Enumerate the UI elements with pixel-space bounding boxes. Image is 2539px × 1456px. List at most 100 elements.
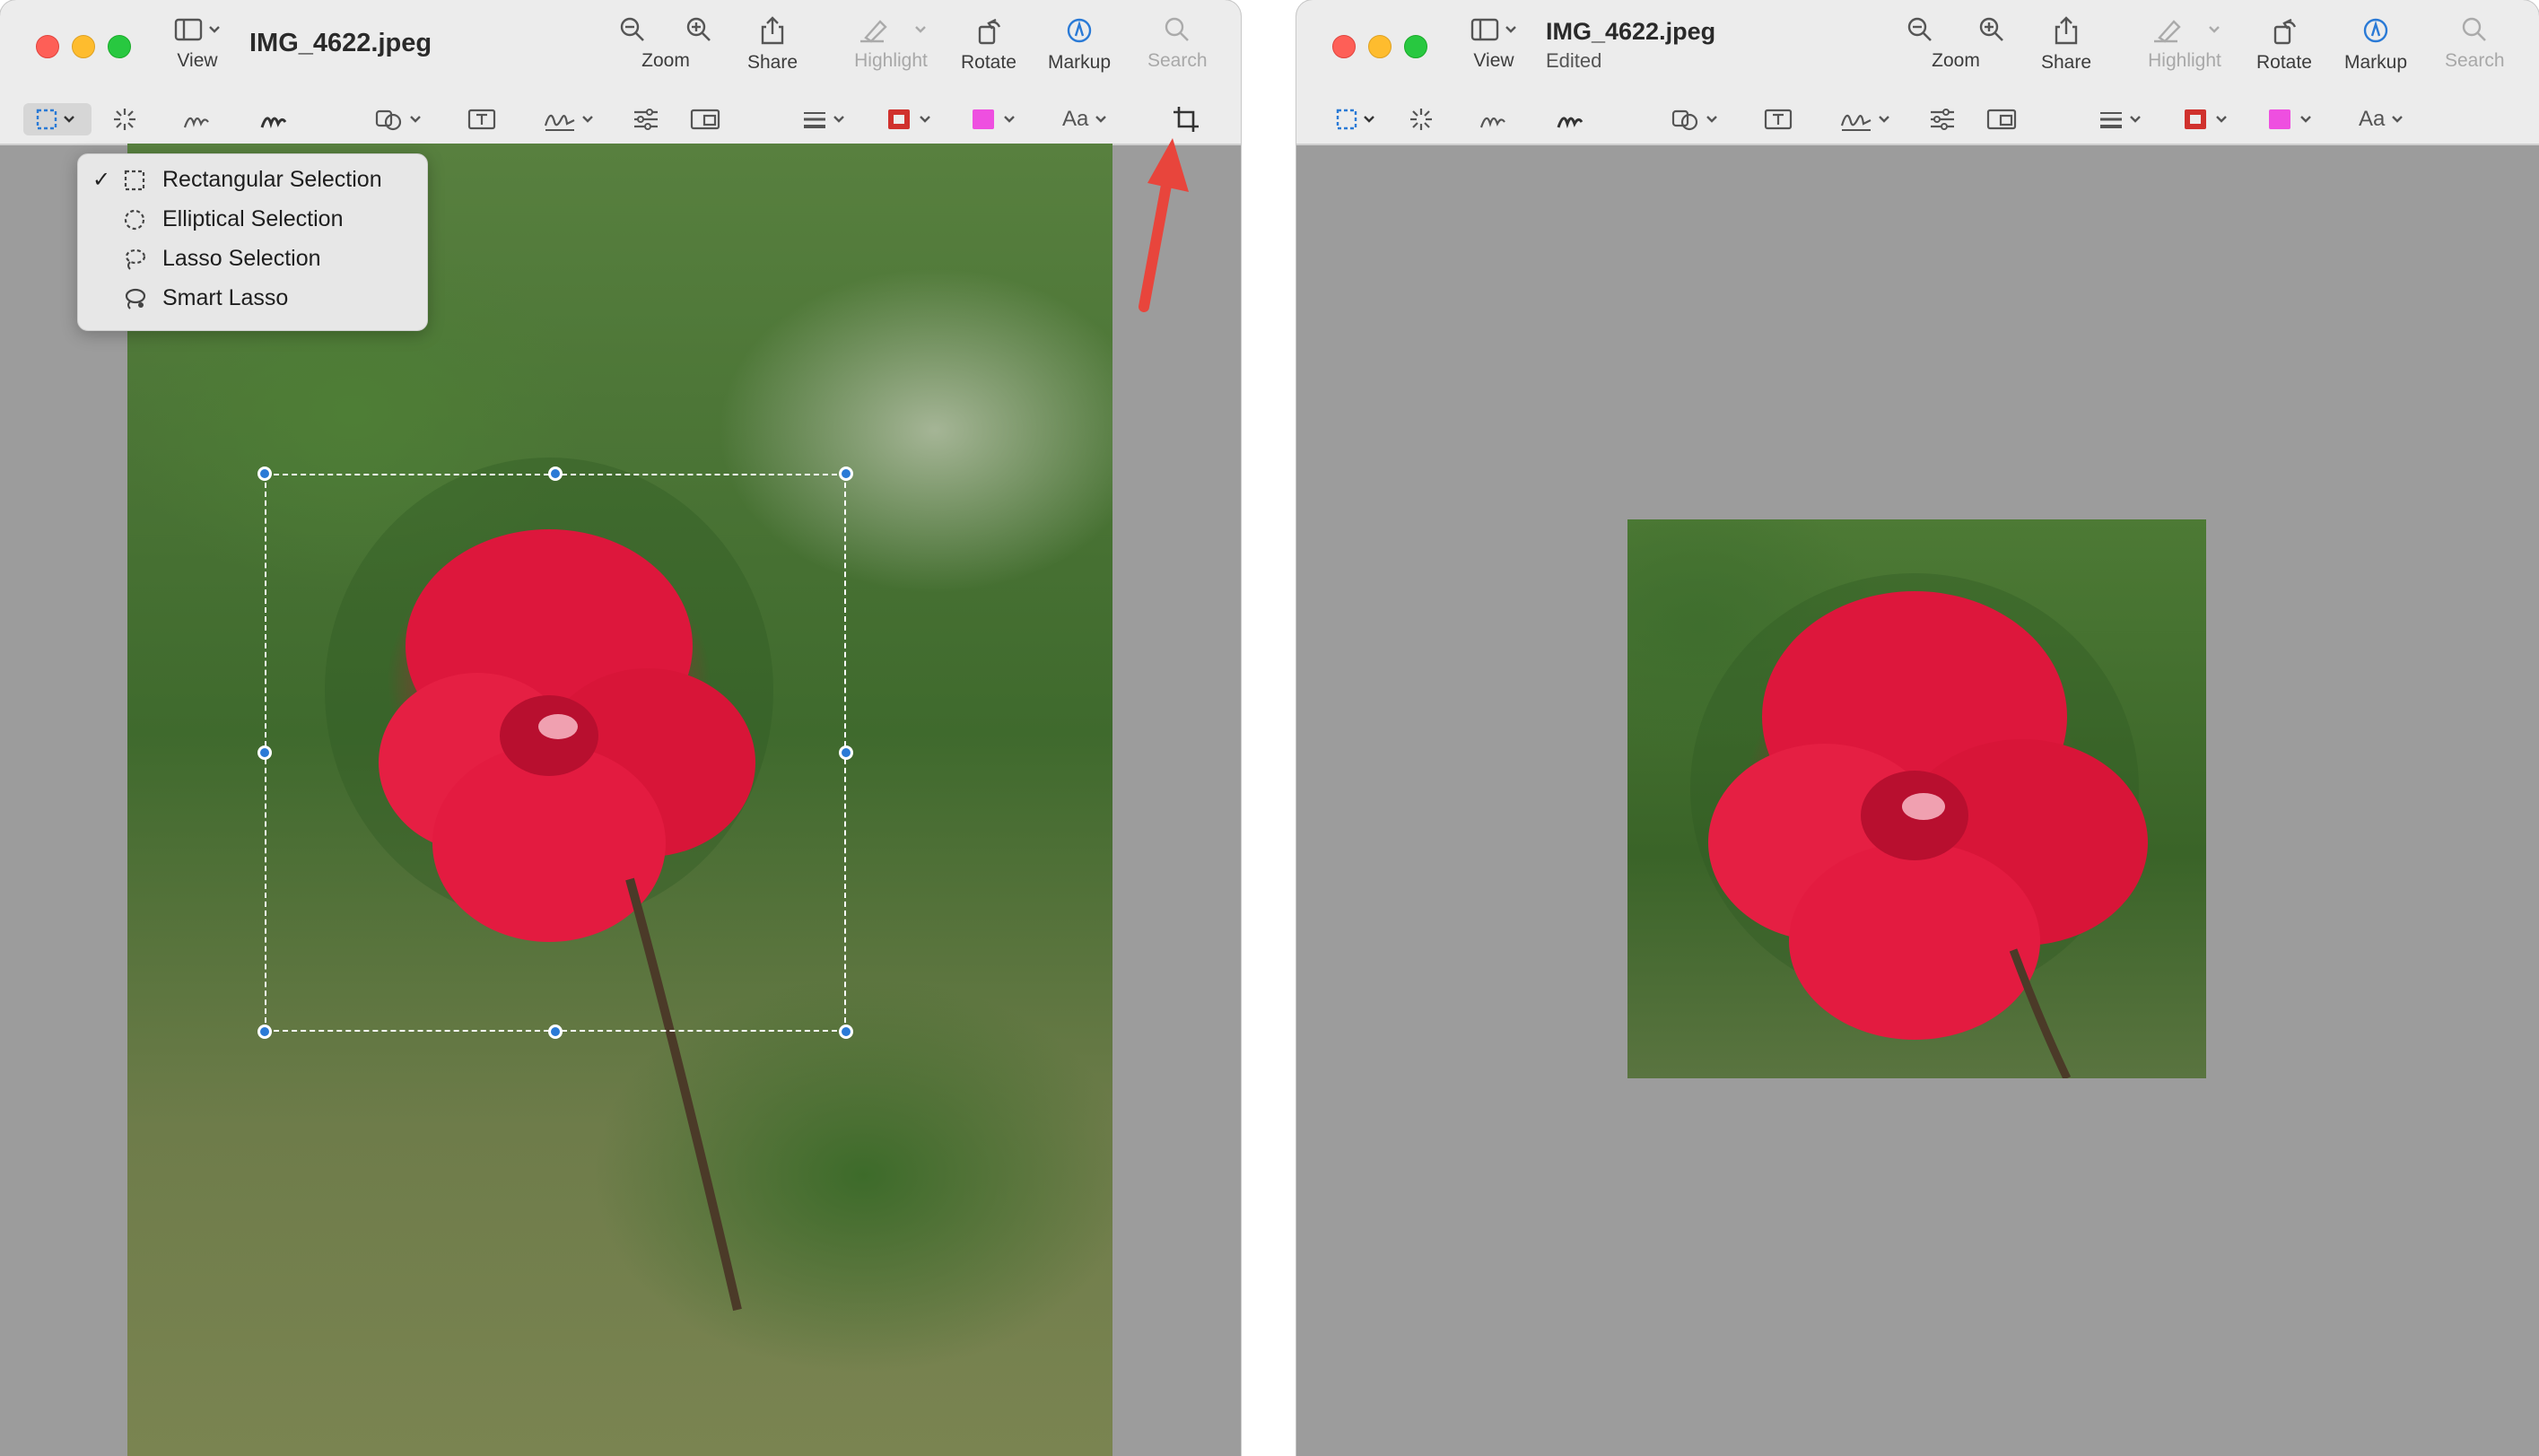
smart-lasso-icon (125, 288, 146, 310)
sketch-button[interactable] (181, 106, 212, 133)
rotate-icon (2273, 18, 2297, 45)
fullscreen-button[interactable] (1404, 35, 1427, 58)
markup-toolbar: Aa (1296, 95, 2539, 145)
selection-tool-button[interactable] (1334, 106, 1381, 133)
markup-button[interactable]: Markup (1048, 16, 1111, 74)
selection-tool-button[interactable] (23, 103, 92, 135)
fullscreen-button[interactable] (108, 35, 131, 58)
shapes-icon (375, 109, 421, 131)
adjust-color-icon (1931, 109, 1954, 130)
view-button[interactable]: View (172, 16, 222, 72)
zoom-control[interactable]: Zoom (619, 16, 712, 72)
zoom-in-icon[interactable] (1978, 16, 2005, 43)
close-button[interactable] (1332, 35, 1356, 58)
view-button[interactable]: View (1469, 16, 1519, 72)
instant-alpha-button[interactable] (111, 106, 138, 133)
share-icon (761, 16, 784, 45)
sketch-button[interactable] (1478, 106, 1508, 133)
draw-button[interactable] (258, 106, 289, 133)
adjust-color-button[interactable] (1928, 106, 1957, 133)
fill-color-button[interactable] (2265, 106, 2321, 133)
signature-button[interactable] (542, 106, 599, 133)
border-color-button[interactable] (885, 106, 940, 133)
highlight-button[interactable]: Highlight (2142, 16, 2228, 72)
menu-item-rectangular-selection[interactable]: ✓ Rectangular Selection (78, 160, 427, 199)
share-button[interactable]: Share (2041, 16, 2091, 74)
draw-button[interactable] (1555, 106, 1585, 133)
crop-button[interactable] (1172, 106, 1200, 133)
selection-handle[interactable] (257, 466, 272, 481)
markup-button[interactable]: Markup (2344, 16, 2407, 74)
signature-button[interactable] (1838, 106, 1896, 133)
rect-selection-icon (1336, 109, 1374, 130)
title-bar: View IMG_4622.jpeg Zoom Share Highlight … (0, 0, 1241, 95)
instant-alpha-button[interactable] (1408, 106, 1435, 133)
rectangular-selection[interactable] (265, 474, 846, 1032)
signature-icon (1840, 114, 1889, 131)
document-title: IMG_4622.jpeg (249, 29, 432, 57)
zoom-control[interactable]: Zoom (1906, 16, 2005, 72)
text-style-button[interactable]: Aa (2359, 106, 2408, 133)
menu-item-elliptical-selection[interactable]: Elliptical Selection (78, 199, 427, 239)
highlighter-icon (2154, 20, 2220, 43)
adjust-color-icon (634, 109, 658, 130)
selection-handle[interactable] (548, 466, 563, 481)
menu-item-smart-lasso[interactable]: Smart Lasso (78, 278, 427, 318)
zoom-out-icon[interactable] (619, 16, 646, 43)
red-arrow-annotation (1139, 138, 1189, 312)
rotate-button[interactable]: Rotate (2256, 16, 2312, 74)
minimize-button[interactable] (1368, 35, 1392, 58)
highlight-button[interactable]: Highlight (848, 16, 934, 72)
shapes-button[interactable] (1670, 106, 1723, 133)
sidebar-icon (1470, 18, 1516, 41)
search-button[interactable]: Search (2445, 16, 2505, 72)
selection-handle[interactable] (839, 1024, 853, 1039)
share-button[interactable]: Share (747, 16, 798, 74)
border-color-icon (888, 109, 930, 129)
selection-handle[interactable] (257, 1024, 272, 1039)
sidebar-icon (174, 18, 220, 41)
minimize-button[interactable] (72, 35, 95, 58)
shape-style-button[interactable] (800, 106, 854, 133)
text-style-button[interactable]: Aa (1062, 106, 1112, 133)
adjust-size-button[interactable] (689, 106, 721, 133)
selection-handle[interactable] (839, 466, 853, 481)
adjust-size-icon (690, 109, 720, 130)
rotate-icon (978, 18, 1001, 45)
text-box-button[interactable] (1763, 106, 1793, 133)
close-button[interactable] (36, 35, 59, 58)
magic-wand-icon (1410, 109, 1432, 130)
share-icon (2055, 16, 2078, 45)
fill-color-button[interactable] (969, 106, 1025, 133)
selection-tool-menu: ✓ Rectangular Selection Elliptical Selec… (77, 153, 428, 331)
adjust-color-button[interactable] (632, 106, 660, 133)
cropped-hibiscus-photo[interactable] (1627, 519, 2206, 1078)
magic-wand-icon (114, 109, 135, 130)
selection-handle[interactable] (839, 745, 853, 760)
zoom-out-icon[interactable] (1906, 16, 1933, 43)
border-color-button[interactable] (2181, 106, 2237, 133)
selection-handle[interactable] (257, 745, 272, 760)
title-bar: View IMG_4622.jpeg Edited Zoom Share Hig… (1296, 0, 2539, 95)
flower-illustration (1690, 573, 2148, 1078)
sketch-icon (1479, 117, 1505, 128)
fill-color-icon (2269, 109, 2311, 129)
checkmark-icon: ✓ (92, 167, 111, 192)
shapes-button[interactable] (373, 106, 427, 133)
zoom-in-icon[interactable] (685, 16, 712, 43)
adjust-size-button[interactable] (1985, 106, 2018, 133)
text-box-button[interactable] (467, 106, 497, 133)
search-button[interactable]: Search (1147, 16, 1208, 72)
document-title: IMG_4622.jpeg (1546, 18, 1716, 45)
crop-icon (1174, 107, 1199, 132)
menu-item-lasso-selection[interactable]: Lasso Selection (78, 239, 427, 278)
document-status: Edited (1546, 49, 1602, 72)
fill-color-icon (973, 109, 1015, 129)
chevron-down-icon (2392, 116, 2404, 123)
rotate-button[interactable]: Rotate (961, 16, 1016, 74)
search-icon (2463, 17, 2487, 41)
markup-icon (2363, 18, 2388, 43)
selection-handle[interactable] (548, 1024, 563, 1039)
adjust-size-icon (1986, 109, 2017, 130)
shape-style-button[interactable] (2097, 106, 2151, 133)
